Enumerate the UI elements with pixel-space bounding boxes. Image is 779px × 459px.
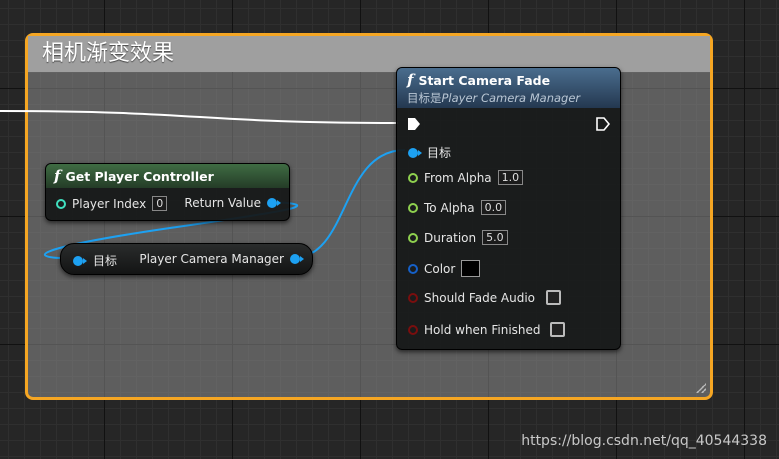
function-icon: f [54,167,61,185]
hold-when-finished-checkbox[interactable] [549,322,565,337]
return-value-pin[interactable]: Return Value [184,196,281,210]
camera-target-pin[interactable]: 目标 [73,252,117,269]
function-icon: f [407,71,414,89]
camera-manager-wire [292,149,406,259]
node-title: Start Camera Fade [418,73,551,88]
object-pin-icon[interactable] [408,147,422,158]
player-index-pin[interactable]: Player Index 0 [56,196,168,211]
bool-pin-icon[interactable] [408,292,418,303]
wire-layer [0,110,406,259]
get-player-controller-node[interactable]: f Get Player Controller Player Index 0 Re… [45,163,290,221]
node-subtitle: 目标是Player Camera Manager [407,91,581,105]
should-fade-audio-checkbox[interactable] [546,290,562,305]
to-alpha-field[interactable]: 0.0 [480,200,507,215]
exec-out-pin-icon[interactable] [596,117,610,131]
to-alpha-pin[interactable]: To Alpha 0.0 [408,200,507,215]
struct-pin-icon[interactable] [408,263,418,274]
camera-manager-output-pin[interactable]: Player Camera Manager [139,252,304,266]
should-fade-audio-pin[interactable]: Should Fade Audio [408,290,562,305]
watermark: https://blog.csdn.net/qq_40544338 [521,433,767,449]
hold-when-finished-pin[interactable]: Hold when Finished [408,322,565,337]
int-pin-icon[interactable] [56,198,66,209]
duration-pin[interactable]: Duration 5.0 [408,230,508,245]
player-index-value[interactable]: 0 [152,196,168,211]
object-pin-icon[interactable] [267,198,281,208]
float-pin-icon[interactable] [408,202,418,213]
node-title: Get Player Controller [65,169,214,184]
fade-target-pin[interactable]: 目标 [408,144,451,161]
object-pin-icon[interactable] [290,254,304,264]
exec-in-pin-icon[interactable] [407,117,421,131]
color-pin[interactable]: Color [408,260,481,277]
get-camera-manager-node[interactable]: 目标 Player Camera Manager [60,243,313,275]
bool-pin-icon[interactable] [408,324,418,335]
from-alpha-field[interactable]: 1.0 [497,170,524,185]
from-alpha-pin[interactable]: From Alpha 1.0 [408,170,524,185]
float-pin-icon[interactable] [408,172,418,183]
start-camera-fade-node[interactable]: f Start Camera Fade 目标是Player Camera Mana… [396,67,621,350]
duration-field[interactable]: 5.0 [482,230,508,245]
object-pin-icon[interactable] [73,255,87,266]
float-pin-icon[interactable] [408,232,418,243]
exec-wire [0,110,399,124]
color-swatch[interactable] [461,260,481,277]
